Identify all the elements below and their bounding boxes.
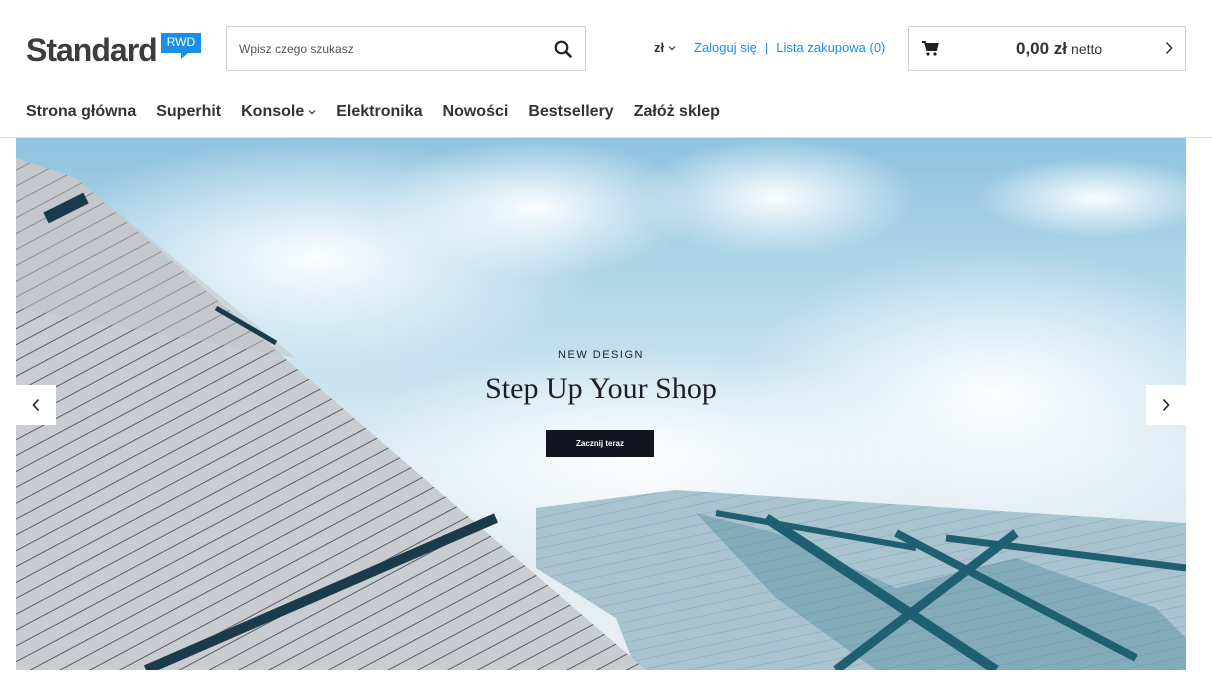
slider-prev-button[interactable] xyxy=(16,385,56,425)
chevron-down-icon xyxy=(668,45,676,50)
logo-text: Standard xyxy=(26,32,158,68)
hero-eyebrow: NEW DESIGN xyxy=(558,349,644,361)
nav-item-bestsellery[interactable]: Bestsellery xyxy=(528,103,613,121)
chevron-left-icon xyxy=(32,398,40,412)
login-link[interactable]: Zaloguj się xyxy=(694,40,757,55)
hero-headline: Step Up Your Shop xyxy=(485,372,717,405)
currency-label: zł xyxy=(654,40,665,55)
nav-item-label: Strona główna xyxy=(26,103,137,120)
nav-item-label: Bestsellery xyxy=(528,103,614,120)
nav-item-elektronika[interactable]: Elektronika xyxy=(336,103,422,121)
hero-content: NEW DESIGN Step Up Your Shop Zacznij ter… xyxy=(16,138,1186,670)
nav-item-label: Załóż sklep xyxy=(633,103,720,120)
nav-item-label: Nowości xyxy=(442,103,509,120)
hero-cta-button[interactable]: Zacznij teraz xyxy=(546,430,654,457)
main-nav: Strona główna Superhit Konsole Elektroni… xyxy=(26,103,720,121)
chevron-right-icon xyxy=(1165,41,1173,55)
nav-item-superhit[interactable]: Superhit xyxy=(156,103,221,121)
nav-item-label: Elektronika xyxy=(336,103,423,120)
logo-badge: RWD xyxy=(160,33,202,59)
nav-item-home[interactable]: Strona główna xyxy=(26,103,136,121)
currency-selector[interactable]: zł xyxy=(654,40,676,55)
logo[interactable]: Standard RWD xyxy=(26,32,202,68)
cart-total: 0,00 zł netto xyxy=(1016,39,1102,59)
nav-item-label: Superhit xyxy=(156,103,222,120)
cart-button[interactable]: 0,00 zł netto xyxy=(908,26,1186,71)
search-button[interactable] xyxy=(541,27,585,70)
chevron-down-icon xyxy=(308,110,316,115)
search-input[interactable] xyxy=(227,27,541,70)
link-separator: | xyxy=(764,40,769,55)
nav-item-konsole[interactable]: Konsole xyxy=(241,103,316,121)
search-bar xyxy=(226,26,586,71)
search-icon xyxy=(554,40,572,58)
account-links: Zaloguj się | Lista zakupowa (0) xyxy=(694,40,885,55)
cart-net-label: netto xyxy=(1071,41,1103,57)
nav-item-label: Konsole xyxy=(241,103,305,120)
chevron-right-icon xyxy=(1162,398,1170,412)
nav-item-zaloz-sklep[interactable]: Załóż sklep xyxy=(634,103,720,121)
shopping-list-link[interactable]: Lista zakupowa (0) xyxy=(776,40,885,55)
cart-icon xyxy=(922,41,939,56)
nav-item-nowosci[interactable]: Nowości xyxy=(443,103,509,121)
cart-amount-value: 0,00 zł xyxy=(1016,39,1068,58)
slider-next-button[interactable] xyxy=(1146,385,1186,425)
hero-slider: NEW DESIGN Step Up Your Shop Zacznij ter… xyxy=(16,138,1186,670)
